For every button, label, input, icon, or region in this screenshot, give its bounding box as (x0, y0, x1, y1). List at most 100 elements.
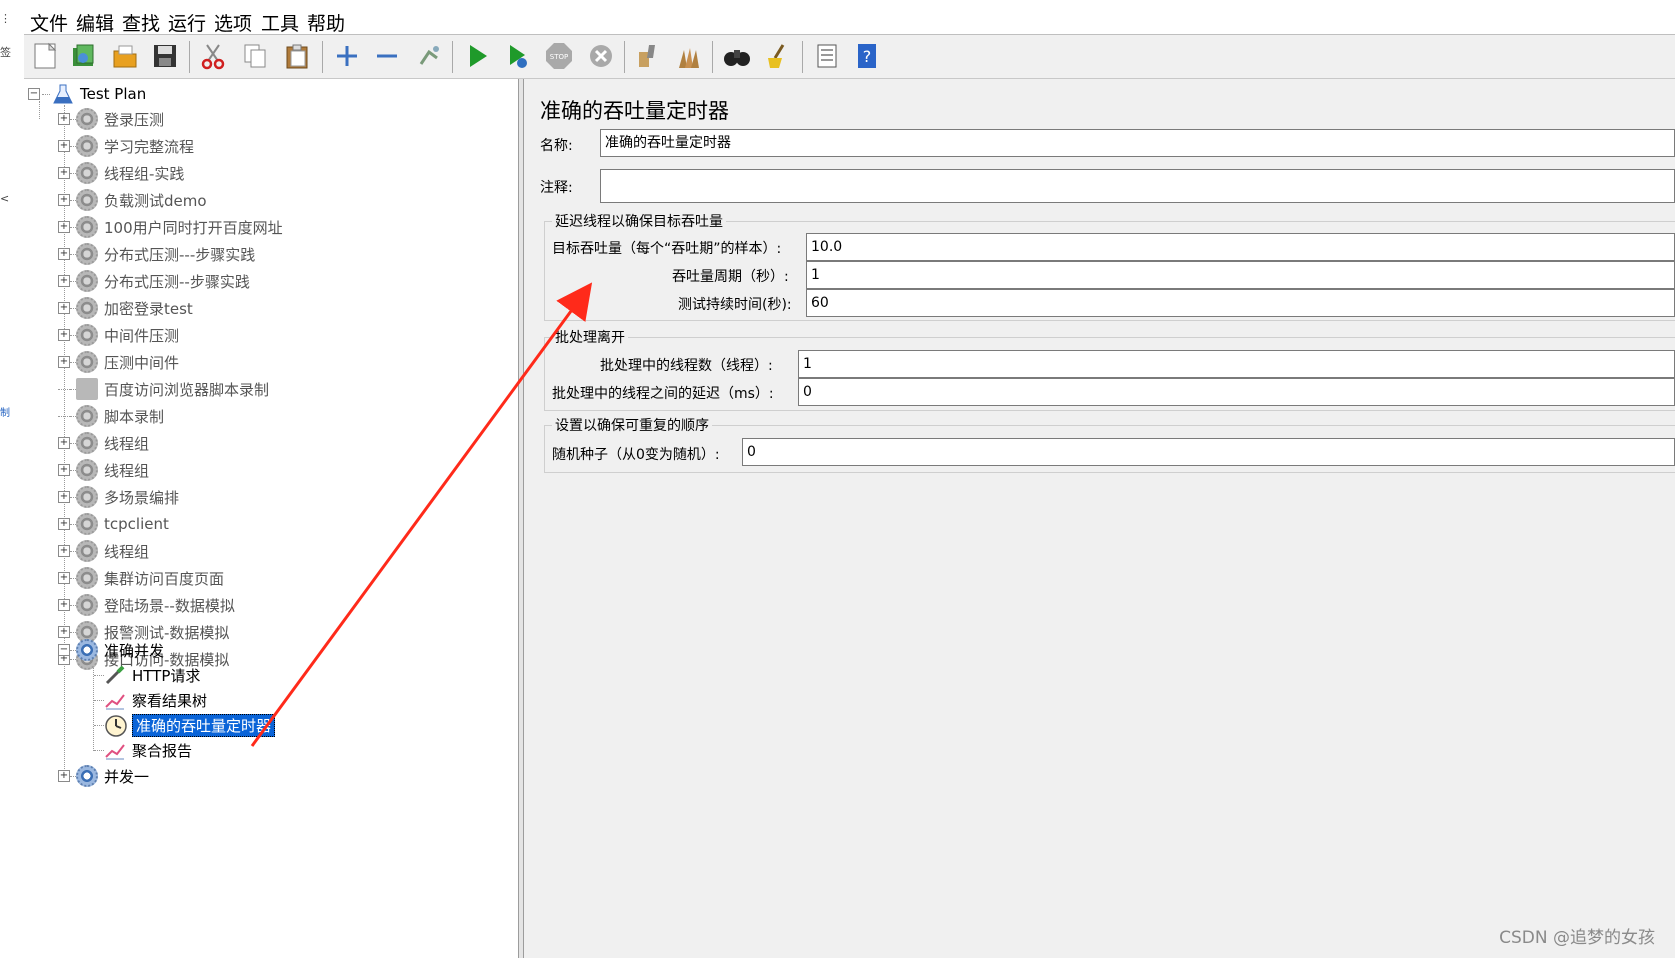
menu-help[interactable]: 帮助 (305, 9, 347, 36)
tree-root-label: Test Plan (80, 85, 147, 103)
reset-search-icon[interactable] (760, 40, 794, 72)
clear-all-icon[interactable] (672, 40, 706, 72)
tree-node-label: 集群访问百度页面 (104, 569, 225, 588)
tree-node[interactable]: + 多场景编排 (58, 485, 179, 509)
tree-node[interactable]: + 登录压测 (58, 107, 164, 131)
tree-node[interactable]: 百度访问浏览器脚本录制 (58, 377, 269, 401)
expand-toggle[interactable]: + (58, 599, 70, 611)
tree-root[interactable]: − Test Plan (28, 82, 146, 106)
templates-icon[interactable] (66, 40, 100, 72)
expand-toggle[interactable]: + (58, 329, 70, 341)
expand-toggle[interactable]: + (58, 302, 70, 314)
tree-node[interactable]: +100用户同时打开百度网址 (58, 215, 283, 239)
tree-node[interactable]: 脚本录制 (58, 404, 164, 428)
thread-group-icon (76, 216, 98, 238)
tree-node[interactable]: + 并发一 (58, 764, 149, 788)
menu-options[interactable]: 选项 (212, 9, 254, 36)
tree-child[interactable]: HTTP请求 (94, 663, 200, 687)
tree-node[interactable]: + 线程组-实践 (58, 161, 184, 185)
expand-toggle[interactable]: + (58, 140, 70, 152)
tree-child[interactable]: 察看结果树 (94, 688, 207, 712)
tree-node[interactable]: − 准确并发 (58, 638, 164, 662)
thread-group-icon (76, 108, 98, 130)
batch-threads-field[interactable]: 1 (798, 350, 1675, 378)
help-icon[interactable]: ? (850, 40, 884, 72)
expand-toggle[interactable]: + (58, 545, 70, 557)
collapse-toggle[interactable]: − (58, 644, 70, 656)
menu-file[interactable]: 文件 (28, 9, 70, 36)
tree-node-label: 脚本录制 (104, 407, 165, 426)
test-plan-tree: − Test Plan + 登录压测 + 学习完整流程 + 线程组-实践 + 负载测试demo… (24, 79, 519, 958)
target-throughput-field[interactable]: 10.0 (806, 233, 1675, 261)
toggle-icon[interactable] (412, 40, 446, 72)
paste-icon[interactable] (280, 40, 314, 72)
panel-title: 准确的吞吐量定时器 (540, 99, 729, 123)
copy-icon[interactable] (238, 40, 272, 72)
tree-node-label: 多场景编排 (104, 488, 180, 507)
function-helper-icon[interactable] (810, 40, 844, 72)
expand-toggle[interactable]: + (58, 275, 70, 287)
tree-node[interactable]: + 学习完整流程 (58, 134, 194, 158)
expand-toggle[interactable]: + (58, 221, 70, 233)
thread-group-icon (76, 540, 98, 562)
tree-node[interactable]: + 登陆场景--数据模拟 (58, 593, 235, 617)
strip-glyph: ⋮ (0, 12, 11, 25)
expand-toggle[interactable]: + (58, 356, 70, 368)
tree-node[interactable]: + tcpclient (58, 512, 169, 536)
test-duration-field[interactable]: 60 (806, 289, 1675, 317)
comment-field[interactable] (600, 169, 1675, 203)
name-field[interactable]: 准确的吞吐量定时器 (600, 129, 1675, 157)
tree-node[interactable]: + 加密登录test (58, 296, 193, 320)
new-icon[interactable] (28, 40, 62, 72)
tree-child-label: 察看结果树 (132, 691, 208, 710)
expand-toggle[interactable]: + (58, 491, 70, 503)
tree-node-label: tcpclient (104, 515, 169, 533)
collapse-icon[interactable] (370, 40, 404, 72)
expand-icon[interactable] (330, 40, 364, 72)
open-icon[interactable] (108, 40, 142, 72)
batch-group-title: 批处理离开 (552, 327, 628, 347)
tree-node[interactable]: + 线程组 (58, 539, 149, 563)
expand-toggle[interactable]: + (58, 167, 70, 179)
random-seed-field[interactable]: 0 (742, 438, 1675, 466)
tree-node[interactable]: + 中间件压测 (58, 323, 179, 347)
shutdown-icon[interactable] (584, 40, 618, 72)
tree-node[interactable]: + 线程组 (58, 458, 149, 482)
watermark: CSDN @追梦的女孩 (1499, 928, 1655, 948)
expand-toggle[interactable]: + (58, 770, 70, 782)
collapse-toggle[interactable]: − (28, 88, 40, 100)
tree-node[interactable]: + 负载测试demo (58, 188, 207, 212)
throughput-period-field[interactable]: 1 (806, 261, 1675, 289)
expand-toggle[interactable]: + (58, 518, 70, 530)
clear-icon[interactable] (630, 40, 664, 72)
batch-delay-field[interactable]: 0 (798, 378, 1675, 406)
menu-run[interactable]: 运行 (166, 9, 208, 36)
menu-edit[interactable]: 编辑 (74, 9, 116, 36)
tree-node[interactable]: + 线程组 (58, 431, 149, 455)
cut-icon[interactable] (196, 40, 230, 72)
tree-node[interactable]: + 分布式压测--步骤实践 (58, 269, 250, 293)
search-icon[interactable] (720, 40, 754, 72)
tree-node[interactable]: + 集群访问百度页面 (58, 566, 224, 590)
toolbar: STOP ? (24, 35, 1675, 79)
expand-toggle[interactable]: + (58, 626, 70, 638)
menu-tools[interactable]: 工具 (259, 9, 301, 36)
save-icon[interactable] (148, 40, 182, 72)
thread-group-icon (76, 405, 98, 427)
tree-node[interactable]: + 分布式压测---步骤实践 (58, 242, 255, 266)
expand-toggle[interactable]: + (58, 194, 70, 206)
expand-toggle[interactable]: + (58, 572, 70, 584)
start-no-pause-icon[interactable] (500, 40, 534, 72)
start-icon[interactable] (460, 40, 494, 72)
expand-toggle[interactable]: + (58, 437, 70, 449)
tree-child-selected[interactable]: 准确的吞吐量定时器 (94, 713, 276, 737)
menu-search[interactable]: 查找 (120, 9, 162, 36)
expand-toggle[interactable]: + (58, 113, 70, 125)
expand-toggle[interactable]: + (58, 464, 70, 476)
expand-toggle[interactable]: + (58, 248, 70, 260)
thread-group-icon (76, 432, 98, 454)
tree-child[interactable]: 聚合报告 (94, 738, 192, 762)
tree-node-label: 学习完整流程 (104, 137, 195, 156)
tree-node[interactable]: + 压测中间件 (58, 350, 179, 374)
stop-icon[interactable]: STOP (542, 40, 576, 72)
